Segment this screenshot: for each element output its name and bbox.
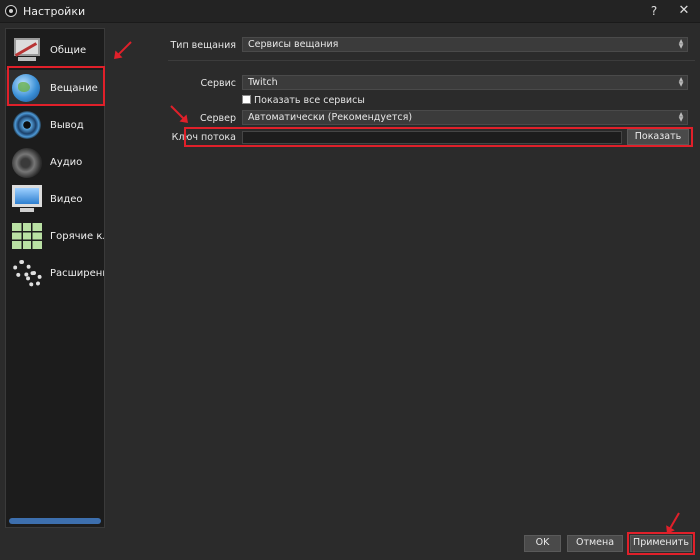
dropdown-arrows-icon: ▲ ▼ [678,76,684,88]
obs-logo-icon [5,5,17,17]
show-all-services-label: Показать все сервисы [254,95,365,106]
stream-item-highlight [7,66,105,106]
service-label: Сервис [200,78,236,89]
stream-key-highlight [184,127,693,147]
sidebar-item-label: Вывод [50,119,84,131]
server-label: Сервер [200,113,236,124]
window-title: Настройки [23,4,86,18]
sidebar-item-advanced[interactable]: Расширенные [6,255,104,291]
server-select[interactable]: Автоматически (Рекомендуется) ▲ ▼ [242,110,688,125]
sidebar-item-general[interactable]: Общие [6,32,104,68]
output-icon [10,109,44,141]
general-icon [10,34,44,66]
ok-button[interactable]: OK [524,535,561,552]
sidebar-item-label: Горячие клави [50,230,104,242]
annotation-arrow-stream [114,41,132,59]
apply-highlight [627,532,695,555]
sidebar-item-label: Видео [50,193,83,205]
sidebar-item-label: Расширенные [50,267,104,279]
advanced-icon [10,257,44,289]
sidebar-item-output[interactable]: Вывод [6,107,104,143]
stream-type-label: Тип вещания [170,40,236,51]
video-icon [10,183,44,215]
service-select[interactable]: Twitch ▲ ▼ [242,75,688,90]
service-value: Twitch [248,77,278,88]
stream-type-value: Сервисы вещания [248,39,339,50]
sidebar-item-hotkeys[interactable]: Горячие клави [6,218,104,254]
hotkeys-icon [10,220,44,252]
help-button[interactable]: ? [640,0,668,22]
stream-type-select[interactable]: Сервисы вещания ▲ ▼ [242,37,688,52]
sidebar-item-video[interactable]: Видео [6,181,104,217]
sidebar-item-label: Общие [50,44,87,56]
sidebar-item-audio[interactable]: Аудио [6,144,104,180]
show-all-services-checkbox[interactable] [242,95,251,104]
annotation-arrow-apply [667,512,680,533]
server-value: Автоматически (Рекомендуется) [248,112,413,123]
title-bar: Настройки ? ✕ [0,0,700,23]
audio-icon [10,146,44,178]
close-button[interactable]: ✕ [670,0,698,22]
sidebar-item-label: Аудио [50,156,83,168]
sidebar-scrollbar[interactable] [9,518,101,524]
cancel-button[interactable]: Отмена [567,535,623,552]
section-divider [168,60,695,61]
dropdown-arrows-icon: ▲ ▼ [678,111,684,123]
dropdown-arrows-icon: ▲ ▼ [678,38,684,50]
